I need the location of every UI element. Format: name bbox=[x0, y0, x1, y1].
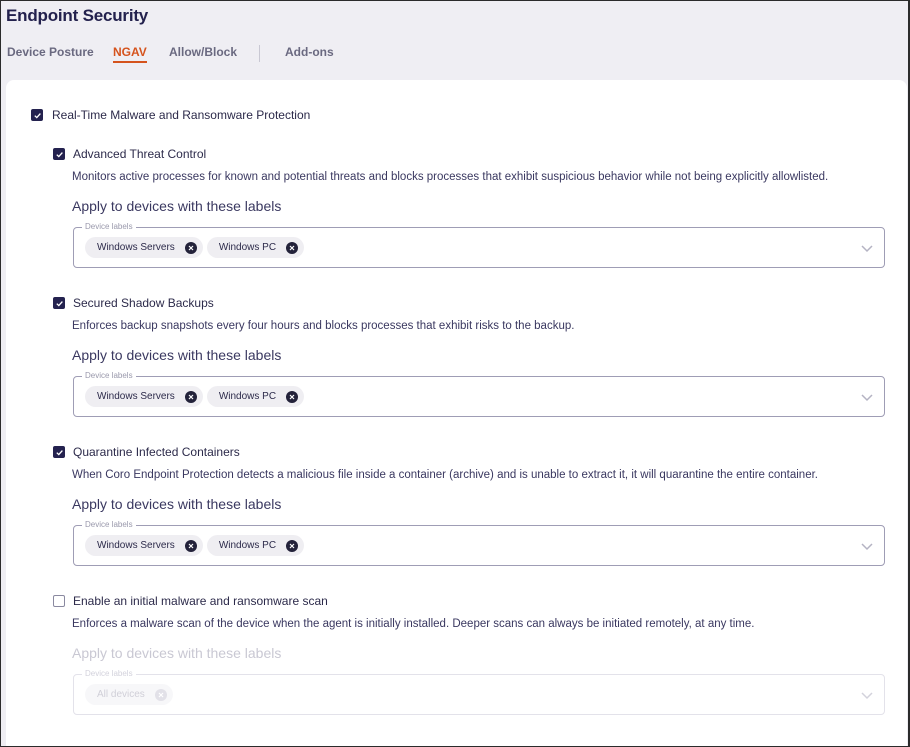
apply-labels-title: Apply to devices with these labels bbox=[72, 496, 282, 512]
section-label: Enable an initial malware and ransomware… bbox=[73, 594, 328, 608]
app-frame: Endpoint Security Device Posture NGAV Al… bbox=[1, 1, 908, 746]
remove-chip-icon[interactable] bbox=[286, 390, 299, 403]
chevron-down-icon bbox=[861, 692, 873, 700]
apply-labels-title: Apply to devices with these labels bbox=[72, 347, 282, 363]
tab-add-ons[interactable]: Add-ons bbox=[285, 45, 334, 63]
remove-chip-icon[interactable] bbox=[286, 241, 299, 254]
device-labels-select: Device labels All devices bbox=[73, 669, 885, 715]
section-description: Enforces a malware scan of the device wh… bbox=[72, 618, 755, 630]
initial-scan-checkbox[interactable] bbox=[53, 595, 65, 607]
ngav-settings-card: Real-Time Malware and Ransomware Protect… bbox=[6, 80, 907, 746]
chip-text: Windows PC bbox=[218, 540, 277, 551]
chevron-down-icon[interactable] bbox=[860, 241, 874, 255]
chevron-down-icon[interactable] bbox=[860, 539, 874, 553]
apply-labels-title: Apply to devices with these labels bbox=[72, 198, 282, 214]
quarantine-infected-containers-checkbox[interactable] bbox=[53, 446, 65, 458]
tab-device-posture[interactable]: Device Posture bbox=[7, 45, 94, 63]
chip-text: Windows Servers bbox=[97, 391, 175, 402]
secured-shadow-backups-checkbox[interactable] bbox=[53, 297, 65, 309]
section-description: Monitors active processes for known and … bbox=[72, 171, 829, 183]
tab-ngav[interactable]: NGAV bbox=[113, 45, 147, 63]
device-labels-select[interactable]: Device labels Windows Servers Windows PC bbox=[73, 371, 885, 417]
tab-divider bbox=[259, 45, 260, 62]
field-legend: Device labels bbox=[82, 222, 136, 232]
section-label: Advanced Threat Control bbox=[73, 147, 207, 161]
remove-chip-icon[interactable] bbox=[184, 390, 197, 403]
section-description: Enforces backup snapshots every four hou… bbox=[72, 320, 575, 332]
remove-chip-icon[interactable] bbox=[184, 241, 197, 254]
check-icon bbox=[55, 151, 63, 158]
label-chip: Windows PC bbox=[206, 535, 305, 556]
device-labels-select[interactable]: Device labels Windows Servers Windows PC bbox=[73, 222, 885, 268]
master-protection-checkbox[interactable] bbox=[31, 109, 43, 121]
advanced-threat-control-checkbox[interactable] bbox=[53, 148, 65, 160]
apply-labels-title: Apply to devices with these labels bbox=[72, 645, 282, 661]
page-title: Endpoint Security bbox=[6, 6, 149, 25]
field-legend: Device labels bbox=[82, 669, 136, 679]
check-icon bbox=[33, 112, 41, 119]
label-chip: Windows Servers bbox=[85, 386, 203, 407]
chip-text: Windows Servers bbox=[97, 242, 175, 253]
check-icon bbox=[55, 449, 63, 456]
chip-text: Windows PC bbox=[218, 242, 277, 253]
label-chip: All devices bbox=[85, 684, 173, 705]
master-protection-label: Real-Time Malware and Ransomware Protect… bbox=[52, 108, 311, 122]
chip-text: All devices bbox=[97, 689, 145, 700]
check-icon bbox=[55, 300, 63, 307]
label-chip: Windows PC bbox=[206, 386, 305, 407]
section-description: When Coro Endpoint Protection detects a … bbox=[72, 469, 818, 481]
field-legend: Device labels bbox=[82, 520, 136, 530]
chip-text: Windows PC bbox=[218, 391, 277, 402]
label-chip: Windows Servers bbox=[85, 535, 203, 556]
device-labels-select[interactable]: Device labels Windows Servers Windows PC bbox=[73, 520, 885, 566]
remove-chip-icon[interactable] bbox=[286, 539, 299, 552]
field-legend: Device labels bbox=[82, 371, 136, 381]
chip-text: Windows Servers bbox=[97, 540, 175, 551]
chevron-down-icon[interactable] bbox=[860, 390, 874, 404]
label-chip: Windows PC bbox=[206, 237, 305, 258]
section-label: Secured Shadow Backups bbox=[73, 296, 214, 310]
remove-chip-icon bbox=[154, 688, 167, 701]
tab-allow-block[interactable]: Allow/Block bbox=[169, 45, 237, 63]
label-chip: Windows Servers bbox=[85, 237, 203, 258]
section-label: Quarantine Infected Containers bbox=[73, 445, 240, 459]
remove-chip-icon[interactable] bbox=[184, 539, 197, 552]
